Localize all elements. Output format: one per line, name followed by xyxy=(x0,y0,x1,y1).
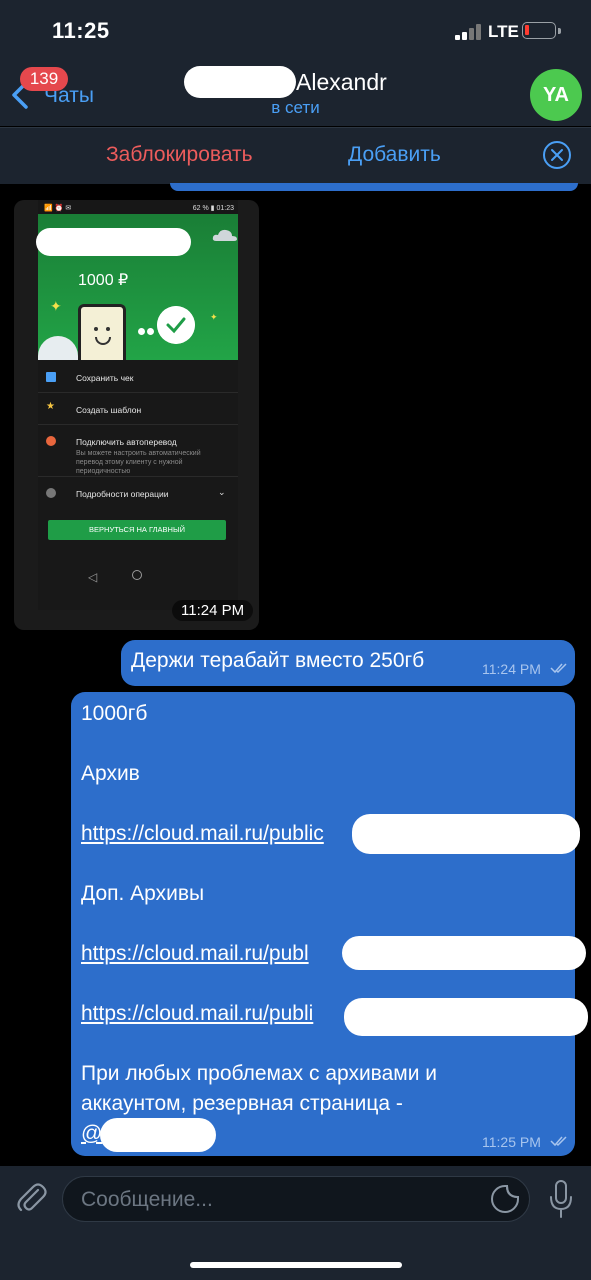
message-text: При любых проблемах с архивами и xyxy=(81,1062,438,1085)
message-text: 1000гб xyxy=(81,702,148,725)
redaction-mark xyxy=(100,1118,216,1152)
contact-status: в сети xyxy=(271,98,320,117)
message-link[interactable]: https://cloud.mail.ru/publ xyxy=(81,942,309,966)
redaction-mark xyxy=(352,814,580,854)
screenshot-status-bar: 📶 ⏰ ✉ 62 % ▮ 01:23 xyxy=(44,204,234,212)
home-indicator xyxy=(190,1262,402,1268)
avatar[interactable]: YA xyxy=(530,69,582,121)
unread-badge: 139 xyxy=(20,67,68,91)
sparkle-icon: ✦ xyxy=(210,312,218,322)
message-input[interactable] xyxy=(62,1176,530,1223)
message-time: 11:24 PM xyxy=(482,661,541,677)
menu-item-label: Подключить автоперевод xyxy=(76,437,177,447)
sticker-icon[interactable] xyxy=(490,1184,520,1214)
message-link[interactable]: https://cloud.mail.ru/publi xyxy=(81,1002,313,1026)
return-home-button: ВЕРНУТЬСЯ НА ГЛАВНЫЙ xyxy=(48,520,226,540)
menu-item-label: Подробности операции xyxy=(76,489,169,499)
info-icon xyxy=(46,488,56,498)
add-contact-button[interactable]: Добавить xyxy=(348,143,441,167)
network-label: LTE xyxy=(488,22,519,41)
redaction-mark xyxy=(184,66,296,98)
menu-row: ★ Создать шаблон xyxy=(38,392,238,425)
sparkle-icon: ✦ xyxy=(50,298,62,314)
screenshot-status-left: 📶 ⏰ ✉ xyxy=(44,205,72,212)
dots-decoration xyxy=(138,322,156,340)
action-bar xyxy=(0,127,591,184)
transfer-amount: 1000 ₽ xyxy=(78,272,129,289)
message-text: аккаунтом, резервная страница - xyxy=(81,1092,403,1115)
character-illustration xyxy=(78,304,126,362)
chevron-down-icon: ⌄ xyxy=(218,487,226,497)
microphone-icon[interactable] xyxy=(548,1179,574,1219)
close-icon[interactable] xyxy=(542,140,572,170)
message-time: 11:24 PM xyxy=(172,600,254,621)
contact-name[interactable]: Alexandr xyxy=(296,69,387,96)
menu-row: Подключить автоперевод Вы можете настрои… xyxy=(38,424,238,477)
status-time: 11:25 xyxy=(52,18,110,43)
previous-message-bubble xyxy=(170,183,578,191)
paperclip-icon[interactable] xyxy=(14,1180,48,1216)
battery-tip xyxy=(558,28,561,34)
message-input-field[interactable] xyxy=(79,1177,483,1223)
receipt-icon xyxy=(46,372,56,382)
star-icon: ★ xyxy=(46,401,55,412)
menu-row: Сохранить чек xyxy=(38,360,238,393)
cloud-icon xyxy=(212,229,237,241)
outgoing-message-bubble[interactable] xyxy=(71,692,575,1156)
screenshot-menu: Сохранить чек ★ Создать шаблон Подключит… xyxy=(38,360,238,610)
message-text: Доп. Архивы xyxy=(81,882,205,905)
menu-item-description: Вы можете настроить автоматический перев… xyxy=(76,450,201,475)
menu-item-label: Создать шаблон xyxy=(76,405,142,415)
block-button[interactable]: Заблокировать xyxy=(106,143,253,167)
redaction-mark xyxy=(36,228,191,256)
menu-row: Подробности операции ⌄ xyxy=(38,476,238,510)
checkmark-icon xyxy=(157,306,195,344)
read-check-icon xyxy=(550,663,567,674)
autotransfer-icon xyxy=(46,436,56,446)
redaction-mark xyxy=(344,998,588,1036)
message-text: Архив xyxy=(81,762,140,785)
image-message[interactable]: 📶 ⏰ ✉ 62 % ▮ 01:23 1000 ₽ ✦ ✦ Сохранить … xyxy=(14,200,259,630)
message-time: 11:25 PM xyxy=(482,1134,541,1150)
signal-icon xyxy=(455,24,481,40)
nav-back-icon: ◁ xyxy=(88,570,98,584)
message-link[interactable]: https://cloud.mail.ru/public xyxy=(81,822,324,846)
message-text: Держи терабайт вместо 250гб xyxy=(131,649,425,672)
nav-home-icon xyxy=(132,570,142,580)
battery-icon xyxy=(522,22,556,39)
read-check-icon xyxy=(550,1136,567,1147)
menu-item-label: Сохранить чек xyxy=(76,373,134,383)
redaction-mark xyxy=(342,936,586,970)
screenshot-status-right: 62 % ▮ 01:23 xyxy=(192,205,234,212)
